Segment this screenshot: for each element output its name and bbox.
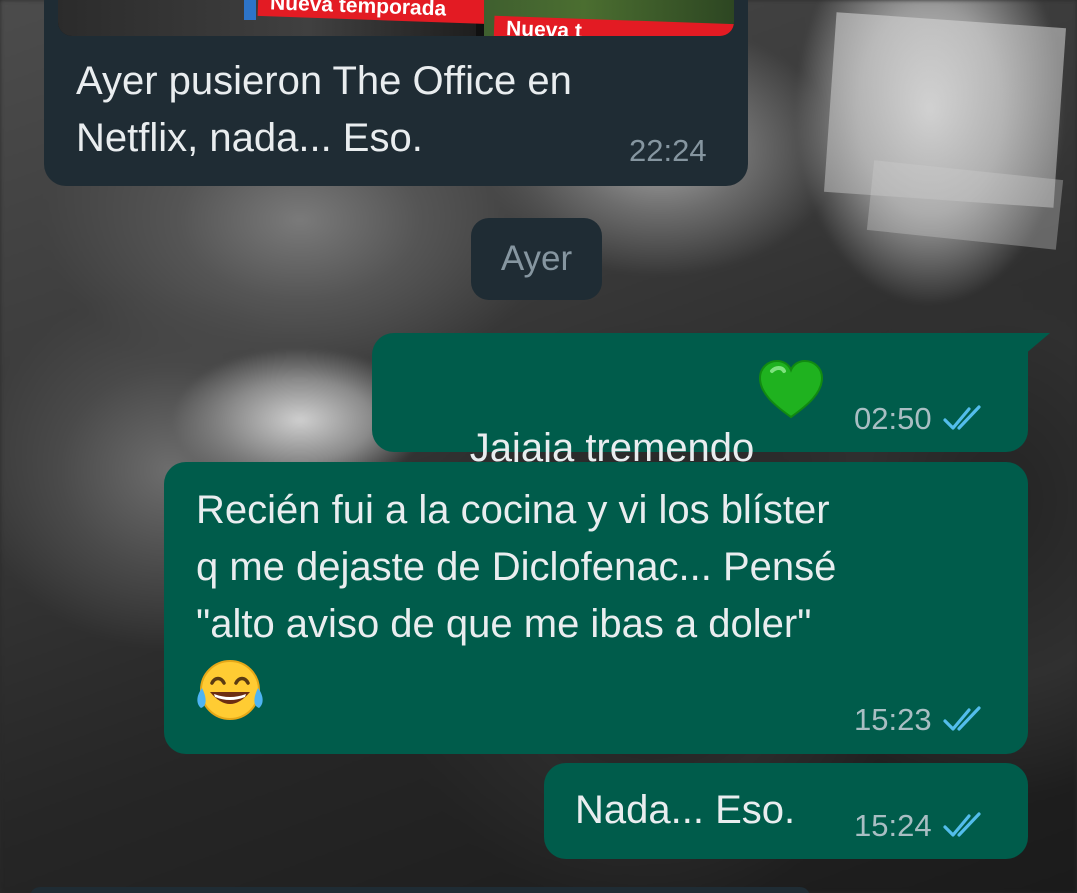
outgoing-message-bubble[interactable]: Recién fui a la cocina y vi los blíster … xyxy=(164,462,1028,754)
date-label: Ayer xyxy=(500,239,573,278)
message-text: Nada... Eso. xyxy=(575,788,796,832)
message-time: 15:23 xyxy=(854,702,932,737)
preview-tag: Nueva t xyxy=(493,15,734,36)
read-receipt-icon xyxy=(942,404,986,434)
image-preview[interactable]: Nueva temporada Nueva t xyxy=(58,0,734,36)
date-separator: Ayer xyxy=(471,218,602,300)
message-time: 22:24 xyxy=(629,133,707,168)
message-text: Ayer pusieron The Office en Netflix, nad… xyxy=(76,59,572,160)
message-meta: 02:50 xyxy=(854,401,986,437)
outgoing-message-bubble[interactable]: Nada... Eso. 15:24 xyxy=(544,763,1028,859)
read-receipt-icon xyxy=(942,811,986,841)
green-heart-icon xyxy=(758,359,824,419)
message-meta: 22:24 xyxy=(629,133,707,169)
message-meta: 15:23 xyxy=(854,702,986,738)
message-time: 02:50 xyxy=(854,401,932,436)
thumbnail-image: Nueva temporada xyxy=(58,0,493,36)
next-message-bubble[interactable] xyxy=(30,887,810,893)
message-time: 15:24 xyxy=(854,808,932,843)
read-receipt-icon xyxy=(942,705,986,735)
thumbnail-image: Nueva t xyxy=(484,0,734,36)
preview-tag: Nueva temporada xyxy=(257,0,493,25)
laughing-tears-icon xyxy=(197,660,263,720)
chat-screen: Nueva temporada Nueva t Ayer pusieron Th… xyxy=(0,0,1077,893)
message-text: Recién fui a la cocina y vi los blíster … xyxy=(196,488,837,646)
message-meta: 15:24 xyxy=(854,808,986,844)
outgoing-message-bubble[interactable]: Jajaja tremendo 02:50 xyxy=(372,333,1028,470)
netflix-logo-icon xyxy=(244,0,256,20)
incoming-message-bubble[interactable]: Nueva temporada Nueva t Ayer pusieron Th… xyxy=(44,0,748,186)
